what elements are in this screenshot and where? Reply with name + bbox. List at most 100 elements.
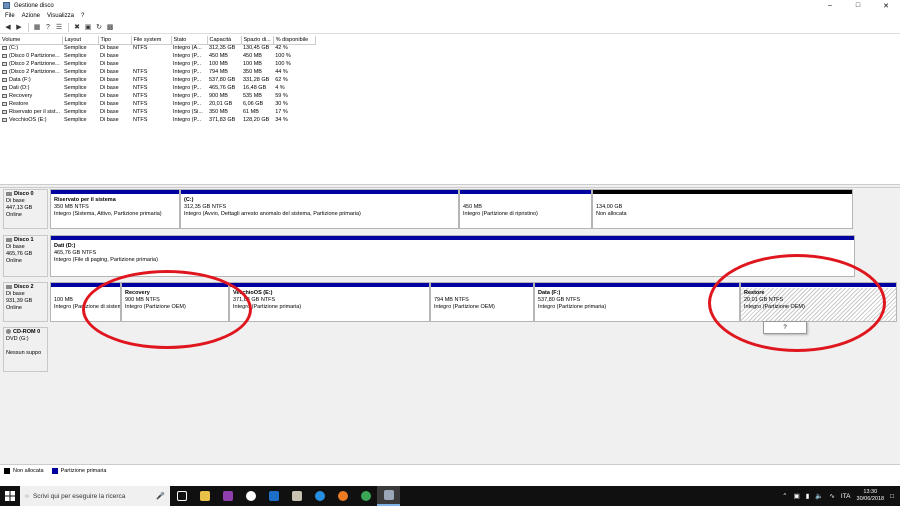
- volume-name-cell: Dati (D:): [0, 84, 62, 92]
- col-spazio[interactable]: Spazio di...: [241, 36, 274, 45]
- properties-icon[interactable]: ▣: [83, 22, 93, 32]
- cell-text: Di base: [100, 45, 119, 52]
- col-volume[interactable]: Volume: [0, 36, 63, 45]
- menu-help[interactable]: ?: [81, 13, 84, 19]
- partition-recovery[interactable]: Recovery 900 MB NTFS Integro (Partizione O…: [121, 282, 229, 322]
- table-row[interactable]: Riservato per il sist... Semplice Di base N…: [0, 108, 315, 116]
- delete-icon[interactable]: ✖: [72, 22, 82, 32]
- minimize-button[interactable]: –: [816, 0, 844, 11]
- language-indicator[interactable]: ITA: [841, 493, 851, 500]
- table-cell: Integro (P...: [171, 92, 207, 100]
- table-cell: [131, 60, 171, 68]
- cell-text: 794 MB: [209, 69, 228, 75]
- cell-text: Integro (A...: [173, 45, 202, 52]
- cell-text: Semplice: [64, 101, 87, 107]
- disk-2-label[interactable]: Disco 2 Di base 931,39 GB Online: [3, 282, 48, 322]
- table-row[interactable]: (Disco 0 Partizione... Semplice Di base Int…: [0, 52, 315, 60]
- table-row[interactable]: (C:) Semplice Di base NTFS Integro (A... 312,…: [0, 44, 315, 52]
- legend-unallocated: Non allocata: [13, 467, 44, 474]
- partition-e[interactable]: VecchioOS (E:) 371,83 GB NTFS Integro (Par…: [229, 282, 430, 322]
- forward-icon[interactable]: ▶: [14, 22, 24, 32]
- cell-text: Di base: [100, 101, 119, 107]
- table-cell: Integro (P...: [171, 84, 207, 92]
- store-icon[interactable]: [193, 486, 216, 506]
- col-layout[interactable]: Layout: [62, 36, 99, 45]
- table-cell: 450 MB: [207, 52, 241, 60]
- close-button[interactable]: ✕: [872, 0, 900, 11]
- table-cell: 371,83 GB: [207, 116, 241, 124]
- outlook-icon[interactable]: [262, 486, 285, 506]
- table-row[interactable]: (Disco 2 Partizione... Semplice Di base Int…: [0, 60, 315, 68]
- partition-d[interactable]: Dati (D:) 465,76 GB NTFS Integro (File di …: [50, 235, 855, 277]
- table-row[interactable]: Restore Semplice Di base NTFS Integro (P... 2…: [0, 100, 315, 108]
- edge-icon[interactable]: [308, 486, 331, 506]
- chrome-icon[interactable]: [354, 486, 377, 506]
- partition-oem-794[interactable]: 794 MB NTFS Integro (Partizione OEM): [430, 282, 534, 322]
- col-stato[interactable]: Stato: [171, 36, 208, 45]
- settings-icon[interactable]: ▩: [105, 22, 115, 32]
- cell-text: 100 MB: [243, 61, 262, 67]
- menu-visualizza[interactable]: Visualizza: [47, 13, 74, 19]
- col-disponibile[interactable]: % disponibile: [273, 36, 316, 45]
- disk-1-label[interactable]: Disco 1 Di base 465,76 GB Online: [3, 235, 48, 277]
- menu-azione[interactable]: Azione: [22, 13, 40, 19]
- search-box[interactable]: ○ Scrivi qui per eseguire la ricerca 🎤: [20, 486, 170, 506]
- back-icon[interactable]: ◀: [3, 22, 13, 32]
- partition-system-reserved[interactable]: Riservato per il sistema 350 MB NTFS Integ…: [50, 189, 180, 229]
- legend-primary: Partizione primaria: [60, 467, 107, 474]
- table-cell: 44 %: [273, 68, 315, 76]
- volume-icon[interactable]: 🔈: [815, 492, 823, 500]
- table-cell: Di base: [98, 52, 131, 60]
- col-tipo[interactable]: Tipo: [98, 36, 132, 45]
- cdrom-label[interactable]: CD-ROM 0 DVD (G:) Nessun suppo: [3, 327, 48, 372]
- cell-text: NTFS: [133, 117, 148, 123]
- table-row[interactable]: Recovery Semplice Di base NTFS Integro (P...…: [0, 92, 315, 100]
- photos-icon[interactable]: [285, 486, 308, 506]
- unallocated-space[interactable]: 134,00 GB Non allocata: [592, 189, 853, 229]
- window-title: Gestione disco: [14, 2, 54, 9]
- start-button[interactable]: [0, 486, 20, 506]
- menu-file[interactable]: File: [5, 13, 15, 19]
- maximize-button[interactable]: □: [844, 0, 872, 11]
- table-cell: Di base: [98, 44, 131, 52]
- table-cell: 128,20 GB: [241, 116, 273, 124]
- partition-system-100mb[interactable]: 100 MB Integro (Partizione di sistema): [50, 282, 121, 322]
- grid-view-icon[interactable]: ▦: [32, 22, 42, 32]
- microphone-icon[interactable]: 🎤: [156, 492, 165, 500]
- partition-f[interactable]: Data (F:) 537,80 GB NTFS Integro (Partizio…: [534, 282, 740, 322]
- list-view-icon[interactable]: ☰: [54, 22, 64, 32]
- partition-recovery-450[interactable]: 450 MB Integro (Partizione di ripristino): [459, 189, 592, 229]
- tray-chevron-icon[interactable]: ⌃: [782, 492, 787, 500]
- cdrom-row: CD-ROM 0 DVD (G:) Nessun suppo: [3, 327, 49, 372]
- battery-icon[interactable]: ▮: [806, 492, 810, 500]
- onenote-icon[interactable]: [216, 486, 239, 506]
- clock[interactable]: 13:30 30/06/2018: [857, 489, 885, 503]
- notification-icon[interactable]: □: [890, 493, 894, 500]
- table-row[interactable]: Dati (D:) Semplice Di base NTFS Integro (P..…: [0, 84, 315, 92]
- table-row[interactable]: VecchioOS (E:) Semplice Di base NTFS Integro…: [0, 116, 315, 124]
- firefox-icon[interactable]: [331, 486, 354, 506]
- app-icon[interactable]: [239, 486, 262, 506]
- table-row[interactable]: Data (F:) Semplice Di base NTFS Integro (P..…: [0, 76, 315, 84]
- wifi-icon[interactable]: ∿: [829, 492, 834, 500]
- disk-management-taskbar-icon[interactable]: [377, 486, 400, 506]
- table-cell: Di base: [98, 92, 131, 100]
- partition-c[interactable]: (C:) 312,35 GB NTFS Integro (Avvio, Dettag…: [180, 189, 459, 229]
- table-cell: 34 %: [273, 116, 315, 124]
- col-filesystem[interactable]: File system: [131, 36, 172, 45]
- task-view-icon[interactable]: [170, 486, 193, 506]
- partition-restore[interactable]: Restore 20,01 GB NTFS Integro (Partizione …: [740, 282, 897, 322]
- cell-text: Di base: [100, 77, 119, 83]
- col-capacita[interactable]: Capacità: [207, 36, 242, 45]
- table-cell: Semplice: [62, 68, 98, 76]
- rescan-icon[interactable]: ↻: [94, 22, 104, 32]
- cell-text: Integro (Si...: [173, 109, 203, 115]
- cell-text: (Disco 2 Partizione...: [9, 69, 60, 75]
- network-icon[interactable]: ▣: [794, 492, 800, 500]
- volume-icon: [2, 101, 7, 106]
- disk-0-label[interactable]: Disco 0 Di base 447,13 GB Online: [3, 189, 48, 229]
- table-cell: NTFS: [131, 108, 171, 116]
- help-icon[interactable]: ?: [43, 22, 53, 32]
- table-row[interactable]: (Disco 2 Partizione... Semplice Di base NTF…: [0, 68, 315, 76]
- disk-1-row: Disco 1 Di base 465,76 GB Online Dati (D:)…: [3, 235, 855, 277]
